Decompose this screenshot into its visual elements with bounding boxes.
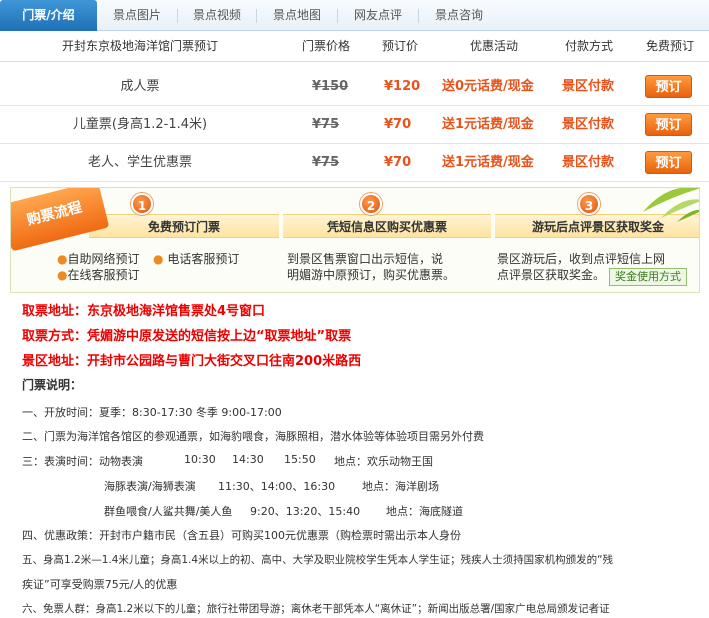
tab-map[interactable]: 景点地图	[257, 0, 337, 31]
show-location: 地点：海洋剧场	[362, 480, 439, 493]
process-badge: 购票流程	[11, 188, 110, 252]
show-time: 11:30、14:00、16:30	[218, 480, 336, 493]
notice-line: 三：表演时间：动物表演	[22, 455, 143, 468]
booking-process-panel: 免费预订门票 凭短信息区购买优惠票 游玩后点评景区获取奖金 购票流程 1 2 3…	[10, 187, 700, 293]
step-2-text: 明媚游中原预订，购买优惠票。	[287, 268, 456, 282]
step-2-text: 到景区售票窗口出示短信，说	[287, 252, 444, 266]
reward-usage-link[interactable]: 奖金使用方式	[609, 268, 687, 286]
book-button[interactable]: 预订	[645, 151, 692, 174]
ticket-name: 成人票	[120, 79, 160, 94]
ticket-name: 儿童票(身高1.2-1.4米)	[72, 117, 208, 132]
original-price: ¥75	[312, 117, 340, 132]
header-payment: 付款方式	[564, 39, 613, 53]
payment-method: 景区付款	[562, 117, 615, 132]
pickup-method: 取票方式：凭媚游中原发送的短信按上边“取票地址”取票	[22, 329, 352, 344]
show-location: 地点：海底隧道	[386, 505, 463, 518]
pickup-address: 取票地址：东京极地海洋馆售票处4号窗口	[22, 304, 266, 319]
payment-method: 景区付款	[562, 79, 615, 94]
step-1-option: ●自助网络预订	[57, 251, 140, 268]
scenic-address: 景区地址：开封市公园路与曹门大街交叉口往南200米路西	[22, 354, 362, 369]
ticket-name: 老人、学生优惠票	[87, 155, 192, 170]
table-row: 老人、学生优惠票 ¥75 ¥70 送1元话费/现金 景区付款 预订	[0, 144, 709, 182]
header-free-booking: 免费预订	[645, 39, 694, 53]
book-button[interactable]: 预订	[645, 113, 692, 136]
tab-bar: 门票/介绍 景点图片 景点视频 景点地图 网友点评 景点咨询	[0, 0, 709, 31]
step-2-title: 凭短信息区购买优惠票	[283, 214, 491, 238]
notice-line: 四、优惠政策：开封市户籍市民（含五县）可购买100元优惠票（购检票时需出示本人身…	[22, 529, 461, 542]
header-orig-price: 门票价格	[301, 39, 350, 53]
step-3-text: 景区游玩后，收到点评短信上网	[497, 252, 666, 266]
booking-price: ¥70	[384, 117, 412, 132]
step-3-text: 点评景区获取奖金。	[497, 268, 606, 282]
notice-line: 五、身高1.2米—1.4米儿童；身高1.4米以上的初、高中、大学及职业院校学生凭…	[22, 554, 614, 566]
tab-consult[interactable]: 景点咨询	[419, 0, 499, 31]
step-number: 1	[131, 193, 153, 215]
payment-method: 景区付款	[562, 155, 615, 170]
bullet-icon: ●	[57, 268, 68, 282]
notice-title: 门票说明：	[22, 378, 83, 392]
table-row: 儿童票(身高1.2-1.4米) ¥75 ¥70 送1元话费/现金 景区付款 预订	[0, 106, 709, 144]
table-row: 成人票 ¥150 ¥120 送0元话费/现金 景区付款 预订	[0, 68, 709, 106]
show-time: 14:30	[232, 453, 264, 466]
notice-line: 疾证”可享受购票75元/人的优惠	[22, 578, 178, 591]
tab-videos[interactable]: 景点视频	[178, 0, 256, 31]
show-time: 15:50	[284, 453, 316, 466]
bamboo-leaf-icon	[643, 188, 699, 222]
step-number: 3	[578, 193, 600, 215]
step-1-option: ●在线客服预订	[57, 267, 140, 284]
booking-price: ¥70	[384, 155, 412, 170]
bullet-icon: ●	[57, 252, 68, 266]
step-number: 2	[360, 193, 382, 215]
bullet-icon: ●	[153, 252, 164, 266]
show-name: 群鱼喂食/人鲨共舞/美人鱼	[104, 505, 233, 518]
notice-line: 六、免票人群：身高1.2米以下的儿童；旅行社带团导游；离休老干部凭本人“离休证”…	[22, 603, 610, 615]
show-name: 海豚表演/海狮表演	[104, 480, 196, 493]
book-button[interactable]: 预订	[645, 75, 692, 98]
tab-tickets[interactable]: 门票/介绍	[0, 0, 97, 31]
show-time: 9:20、13:20、15:40	[250, 505, 361, 518]
notice-line: 一、开放时间：夏季：8:30-17:30 冬季 9:00-17:00	[22, 406, 282, 419]
header-ticket-name: 开封东京极地海洋馆门票预订	[61, 39, 218, 53]
promo-text: 送1元话费/现金	[442, 155, 534, 170]
show-location: 地点：欢乐动物王国	[334, 455, 433, 468]
step-1-option-text: 在线客服预订	[67, 268, 140, 282]
header-promo: 优惠活动	[469, 39, 518, 53]
booking-price: ¥120	[384, 79, 421, 94]
step-1-option: ● 电话客服预订	[153, 251, 239, 268]
step-1-option-text: 自助网络预订	[67, 252, 140, 266]
promo-text: 送1元话费/现金	[442, 117, 534, 132]
promo-text: 送0元话费/现金	[442, 79, 534, 94]
ticket-table-header: 开封东京极地海洋馆门票预订 门票价格 预订价 优惠活动 付款方式 免费预订	[0, 31, 709, 62]
show-time: 10:30	[184, 453, 216, 466]
step-1-title: 免费预订门票	[89, 214, 279, 238]
notice-line: 二、门票为海洋馆各馆区的参观通票，如海豹喂食，海豚照相，潜水体验等体验项目需另外…	[22, 430, 484, 443]
tab-photos[interactable]: 景点图片	[97, 0, 177, 31]
step-1-option-text: 电话客服预订	[167, 252, 240, 266]
header-book-price: 预订价	[381, 39, 418, 53]
tab-reviews[interactable]: 网友点评	[338, 0, 418, 31]
original-price: ¥75	[312, 155, 340, 170]
original-price: ¥150	[312, 79, 349, 94]
